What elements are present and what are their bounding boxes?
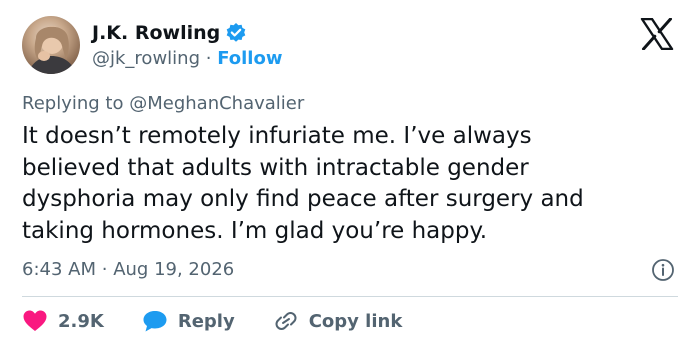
timestamp-separator: ·	[101, 259, 108, 280]
like-count: 2.9K	[58, 310, 104, 332]
handle-row: @jk_rowling · Follow	[92, 47, 282, 71]
avatar[interactable]	[22, 16, 80, 74]
info-icon[interactable]	[651, 258, 675, 282]
reply-label: Reply	[177, 310, 235, 332]
timestamp[interactable]: 6:43 AM · Aug 19, 2026	[22, 258, 234, 282]
action-bar: 2.9K Reply Copy link	[22, 308, 440, 334]
tweet-text: It doesn’t remotely infuriate me. I’ve a…	[22, 123, 584, 244]
reply-button[interactable]: Reply	[142, 309, 235, 333]
author-name-row: J.K. Rowling	[92, 21, 247, 45]
link-icon	[275, 312, 297, 330]
follow-button[interactable]: Follow	[217, 48, 282, 69]
reply-mention-link[interactable]: @MeghanChavalier	[129, 93, 304, 114]
verified-badge-icon	[225, 22, 247, 44]
tweet-date: Aug 19, 2026	[113, 259, 235, 280]
author-handle[interactable]: @jk_rowling	[92, 48, 200, 69]
replying-to-label: Replying to	[22, 93, 124, 114]
author-name[interactable]: J.K. Rowling	[92, 21, 220, 45]
handle-separator: ·	[205, 48, 212, 69]
copy-link-label: Copy link	[308, 310, 403, 332]
replying-to: Replying to @MeghanChavalier	[22, 91, 304, 117]
divider	[22, 296, 678, 297]
x-logo-icon[interactable]	[640, 17, 674, 51]
avatar-image	[28, 26, 76, 74]
like-button[interactable]: 2.9K	[22, 309, 104, 333]
heart-icon	[23, 310, 47, 331]
tweet-time: 6:43 AM	[22, 259, 96, 280]
copy-link-button[interactable]: Copy link	[273, 309, 403, 333]
speech-bubble-icon	[143, 311, 167, 332]
